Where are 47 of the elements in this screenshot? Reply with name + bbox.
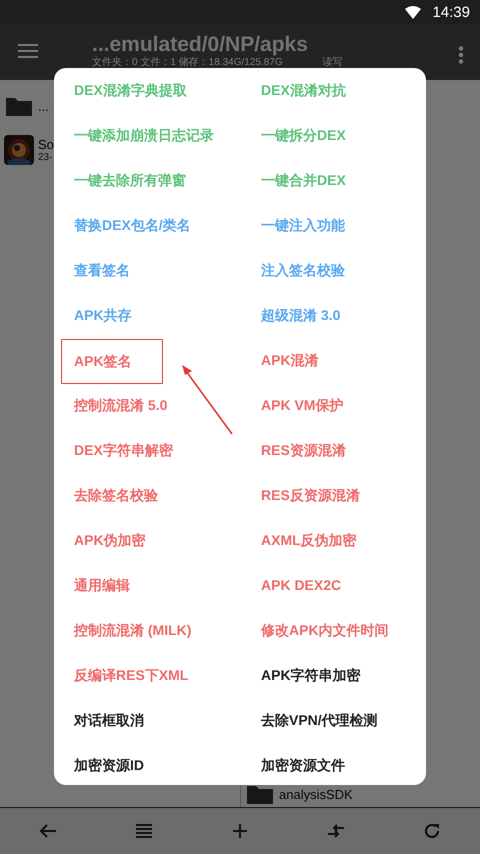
file-name: So — [38, 137, 54, 152]
menu-item[interactable]: 一键拆分DEX — [249, 121, 358, 150]
access-mode: 读写 — [322, 57, 343, 68]
menu-item[interactable]: 反编译RES下XML — [62, 661, 200, 690]
menu-item[interactable]: 去除签名校验 — [62, 481, 170, 510]
wifi-icon — [404, 5, 422, 19]
menu-item[interactable]: 一键去除所有弹窗 — [62, 166, 198, 195]
more-icon[interactable] — [458, 46, 464, 64]
menu-item[interactable]: 替换DEX包名/类名 — [62, 211, 203, 240]
menu-item[interactable]: 去除VPN/代理检测 — [249, 706, 390, 735]
menu-item[interactable]: 加密资源ID — [62, 751, 156, 780]
status-time: 14:39 — [432, 4, 470, 20]
menu-item[interactable]: 超级混淆 3.0 — [249, 301, 352, 330]
annotation-arrow — [182, 365, 233, 434]
path-title: ...emulated/0/NP/apks — [92, 34, 309, 56]
menu-item[interactable]: 一键注入功能 — [249, 211, 357, 240]
storage-info: 文件夹：0 文件：1 储存：18.34G/125.87G — [92, 57, 283, 68]
menu-item[interactable]: APK VM保护 — [249, 391, 356, 420]
menu-item[interactable]: APK共存 — [62, 301, 144, 330]
menu-item[interactable]: 一键合并DEX — [249, 166, 358, 195]
refresh-icon[interactable] — [422, 821, 442, 841]
add-icon[interactable] — [230, 821, 250, 841]
menu-item[interactable]: 对话框取消 — [62, 706, 156, 735]
menu-item[interactable]: 注入签名校验 — [249, 256, 357, 285]
menu-item[interactable]: APK混淆 — [249, 346, 331, 375]
menu-item[interactable]: 控制流混淆 5.0 — [62, 391, 180, 420]
file-name: analysisSDK — [279, 786, 353, 802]
menu-item[interactable]: 一键添加崩溃日志记录 — [62, 121, 226, 150]
file-date: 23- — [38, 152, 54, 163]
menu-item[interactable]: 通用编辑 — [62, 571, 142, 600]
menu-item[interactable]: DEX混淆对抗 — [249, 76, 358, 105]
menu-item[interactable]: APK DEX2C — [249, 571, 354, 600]
menu-item[interactable]: RES反资源混淆 — [249, 481, 372, 510]
menu-item[interactable]: 修改APK内文件时间 — [249, 616, 401, 645]
menu-item[interactable]: APK签名 — [62, 340, 162, 383]
menu-item[interactable]: DEX混淆字典提取 — [62, 76, 199, 105]
menu-item[interactable]: RES资源混淆 — [249, 436, 358, 465]
menu-item[interactable]: 查看签名 — [62, 256, 142, 285]
menu-item[interactable]: 加密资源文件 — [249, 751, 357, 780]
menu-item[interactable]: APK字符串加密 — [249, 661, 373, 690]
menu-item[interactable]: DEX字符串解密 — [62, 436, 185, 465]
menu-item[interactable]: AXML反伪加密 — [249, 526, 369, 555]
menu-item[interactable]: APK伪加密 — [62, 526, 158, 555]
file-name: ... — [38, 98, 49, 114]
menu-item[interactable]: 控制流混淆 (MILK) — [62, 616, 204, 645]
menu-icon[interactable] — [18, 44, 38, 58]
list-icon[interactable] — [134, 821, 154, 841]
